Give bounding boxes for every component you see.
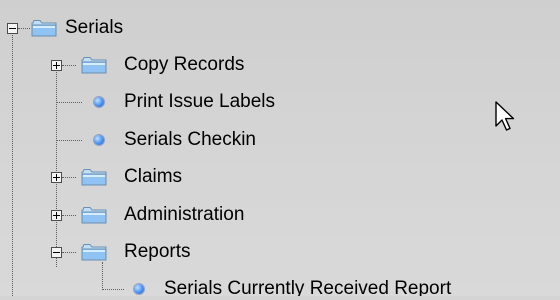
bottom-edge: [0, 296, 560, 300]
tree-view: Serials Copy Records Print Issue Labels …: [0, 0, 560, 300]
folder-icon: [81, 169, 107, 186]
tree-item-label: Serials Checkin: [124, 129, 256, 150]
bullet-icon: [134, 284, 144, 294]
collapse-toggle-serials[interactable]: [7, 23, 18, 34]
tree-item-label: Copy Records: [124, 54, 245, 75]
tree-item-serials-checkin[interactable]: Serials Checkin: [124, 125, 256, 155]
tree-item-label: Reports: [124, 241, 191, 262]
folder-icon: [81, 207, 107, 224]
tree-connector: [56, 102, 82, 103]
tree-item-administration[interactable]: Administration: [124, 200, 244, 230]
expand-toggle-copy-records[interactable]: [51, 60, 62, 71]
tree-connector: [102, 262, 103, 290]
tree-connector: [62, 215, 76, 216]
tree-connector: [18, 28, 30, 29]
tree-item-label: Print Issue Labels: [124, 91, 276, 112]
tree-item-label: Administration: [124, 204, 245, 225]
tree-connector: [56, 140, 82, 141]
bullet-icon: [94, 135, 104, 145]
tree-item-label: Serials: [65, 17, 124, 38]
mouse-cursor-icon: [495, 101, 515, 131]
collapse-toggle-reports[interactable]: [51, 247, 62, 258]
tree-item-print-issue-labels[interactable]: Print Issue Labels: [124, 87, 275, 117]
tree-item-reports[interactable]: Reports: [124, 237, 191, 267]
tree-connector: [102, 289, 124, 290]
bullet-icon: [94, 97, 104, 107]
expand-toggle-administration[interactable]: [51, 210, 62, 221]
tree-item-copy-records[interactable]: Copy Records: [124, 50, 244, 80]
folder-icon: [81, 57, 107, 74]
tree-connector: [12, 35, 13, 300]
expand-toggle-claims[interactable]: [51, 172, 62, 183]
tree-item-serials[interactable]: Serials: [65, 13, 123, 43]
tree-item-label: Claims: [124, 166, 183, 187]
tree-connector: [62, 65, 76, 66]
tree-item-claims[interactable]: Claims: [124, 162, 182, 192]
folder-icon: [31, 20, 57, 37]
folder-icon: [81, 244, 107, 261]
tree-connector: [62, 177, 76, 178]
tree-connector: [62, 252, 76, 253]
